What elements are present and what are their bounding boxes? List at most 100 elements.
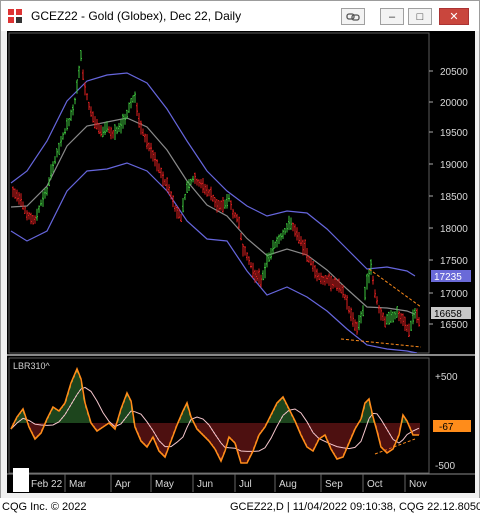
up-bar bbox=[36, 208, 38, 221]
oscillator-line bbox=[10, 366, 419, 464]
price-tick-label: 17500 bbox=[440, 256, 468, 267]
chart-area[interactable]: 20500 20000 19500 19000 18500 18000 17500 17000… bbox=[7, 31, 475, 493]
now-marker bbox=[13, 468, 29, 492]
window-title: GCEZ22 - Gold (Globex), Dec 22, Daily bbox=[31, 9, 242, 23]
title-bar[interactable]: GCEZ22 - Gold (Globex), Dec 22, Daily – … bbox=[1, 1, 479, 31]
price-tick-label: 20000 bbox=[440, 98, 468, 109]
down-bar bbox=[352, 312, 354, 327]
link-button[interactable] bbox=[341, 8, 365, 25]
up-bar bbox=[362, 305, 364, 317]
down-bar bbox=[346, 294, 348, 310]
down-bar bbox=[142, 128, 144, 137]
up-bar bbox=[74, 97, 76, 105]
down-bar bbox=[214, 196, 216, 208]
up-bar bbox=[364, 286, 366, 301]
up-bar bbox=[182, 197, 184, 213]
down-bar bbox=[330, 275, 332, 292]
time-tick-label: Jul bbox=[239, 479, 252, 490]
down-bar bbox=[300, 236, 302, 247]
down-bar bbox=[94, 116, 96, 129]
up-bar bbox=[80, 49, 82, 62]
link-icon bbox=[346, 12, 360, 21]
cqg-app-icon bbox=[8, 9, 22, 23]
down-bar bbox=[156, 159, 158, 172]
price-tick-label: 16500 bbox=[440, 320, 468, 331]
down-bar bbox=[342, 284, 344, 298]
up-bar bbox=[358, 315, 360, 331]
up-bar bbox=[278, 234, 280, 245]
up-bar bbox=[124, 113, 126, 125]
down-bar bbox=[372, 275, 374, 285]
up-bar bbox=[414, 308, 416, 319]
up-bar bbox=[40, 199, 42, 207]
down-bar bbox=[248, 256, 250, 265]
down-bar bbox=[408, 323, 410, 338]
up-bar bbox=[190, 178, 192, 185]
minimize-button[interactable]: – bbox=[380, 8, 404, 25]
price-tick-label: 20500 bbox=[440, 67, 468, 78]
up-bar bbox=[122, 113, 124, 129]
down-bar bbox=[232, 208, 234, 219]
down-bar bbox=[318, 272, 320, 280]
down-bar bbox=[304, 239, 306, 256]
down-bar bbox=[340, 284, 342, 294]
price-tick-label: 19000 bbox=[440, 160, 468, 171]
time-tick-label: May bbox=[155, 479, 174, 490]
down-bar bbox=[86, 93, 88, 101]
indicator-value-label: -67 bbox=[439, 422, 454, 433]
price-tick-label: 17000 bbox=[440, 289, 468, 300]
maximize-button[interactable]: □ bbox=[408, 8, 432, 25]
up-bar bbox=[396, 306, 398, 318]
chart-canvas[interactable]: 20500 20000 19500 19000 18500 18000 17500 17000… bbox=[7, 31, 475, 493]
down-bar bbox=[250, 262, 252, 269]
close-icon: ✕ bbox=[449, 11, 459, 23]
minimize-icon: – bbox=[388, 10, 396, 23]
down-bar bbox=[252, 262, 254, 279]
down-bar bbox=[356, 321, 358, 335]
up-bar bbox=[368, 269, 370, 284]
down-bar bbox=[350, 307, 352, 322]
down-bar bbox=[138, 112, 140, 128]
down-bar bbox=[32, 214, 34, 225]
up-bar bbox=[390, 310, 392, 323]
up-bar bbox=[38, 205, 40, 213]
down-bar bbox=[294, 224, 296, 237]
price-tick-label: 19500 bbox=[440, 128, 468, 139]
down-bar bbox=[296, 227, 298, 241]
down-bar bbox=[152, 149, 154, 162]
close-button[interactable]: ✕ bbox=[439, 8, 469, 25]
up-bar bbox=[410, 320, 412, 331]
down-bar bbox=[298, 231, 300, 244]
down-bar bbox=[148, 142, 150, 152]
up-bar bbox=[264, 262, 266, 279]
down-bar bbox=[374, 289, 376, 299]
down-bar bbox=[378, 305, 380, 314]
up-bar bbox=[118, 122, 120, 132]
mid-band-line bbox=[10, 117, 416, 315]
up-bar bbox=[46, 186, 48, 196]
down-bar bbox=[292, 222, 294, 232]
down-bar bbox=[320, 272, 322, 285]
down-bar bbox=[14, 188, 16, 199]
down-bar bbox=[312, 260, 314, 272]
price-panel[interactable] bbox=[8, 32, 430, 354]
down-bar bbox=[22, 201, 24, 210]
up-bar bbox=[132, 95, 134, 103]
time-tick-label: Nov bbox=[409, 479, 427, 490]
up-bar bbox=[114, 124, 116, 140]
down-bar bbox=[384, 316, 386, 328]
down-bar bbox=[176, 206, 178, 219]
down-bar bbox=[90, 106, 92, 117]
time-tick-label: Sep bbox=[325, 479, 343, 490]
down-bar bbox=[246, 252, 248, 261]
down-bar bbox=[82, 69, 84, 80]
down-bar bbox=[144, 133, 146, 143]
down-bar bbox=[332, 278, 334, 289]
down-bar bbox=[382, 312, 384, 322]
down-bar bbox=[136, 102, 138, 117]
down-bar bbox=[180, 213, 182, 223]
up-bar bbox=[288, 215, 290, 231]
down-bar bbox=[418, 317, 420, 327]
up-bar bbox=[412, 309, 414, 325]
up-bar bbox=[58, 142, 60, 155]
